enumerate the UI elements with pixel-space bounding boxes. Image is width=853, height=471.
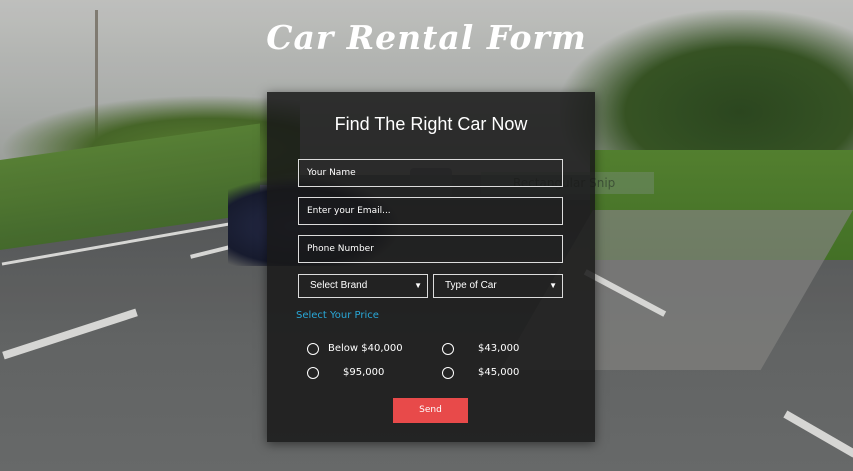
email-input[interactable]: Enter your Email... (298, 197, 563, 225)
send-button[interactable]: Send (393, 398, 468, 423)
price-option-label: $45,000 (478, 367, 520, 378)
radio-icon[interactable] (442, 343, 454, 355)
radio-icon[interactable] (307, 343, 319, 355)
car-type-select-value: Type of Car (445, 280, 497, 291)
price-label: Select Your Price (296, 310, 379, 321)
brand-select-value: Select Brand (310, 280, 368, 291)
radio-icon[interactable] (442, 367, 454, 379)
price-option-95000[interactable]: $95,000 (307, 366, 427, 380)
brand-select[interactable]: Select Brand ▼ (298, 274, 428, 298)
car-type-select[interactable]: Type of Car ▼ (433, 274, 563, 298)
price-option-label: $43,000 (478, 343, 520, 354)
price-option-label: $95,000 (343, 367, 385, 378)
phone-input[interactable]: Phone Number (298, 235, 563, 263)
chevron-down-icon: ▼ (414, 281, 422, 290)
price-option-45000[interactable]: $45,000 (442, 366, 532, 380)
rental-form-panel: Find The Right Car Now Your Name Enter y… (267, 92, 595, 442)
price-option-below-40000[interactable]: Below $40,000 (307, 342, 427, 356)
radio-icon[interactable] (307, 367, 319, 379)
name-input[interactable]: Your Name (298, 159, 563, 187)
price-option-43000[interactable]: $43,000 (442, 342, 532, 356)
price-option-label: Below $40,000 (328, 343, 403, 354)
page-title: Car Rental Form (266, 18, 587, 57)
chevron-down-icon: ▼ (549, 281, 557, 290)
form-heading: Find The Right Car Now (334, 114, 528, 134)
